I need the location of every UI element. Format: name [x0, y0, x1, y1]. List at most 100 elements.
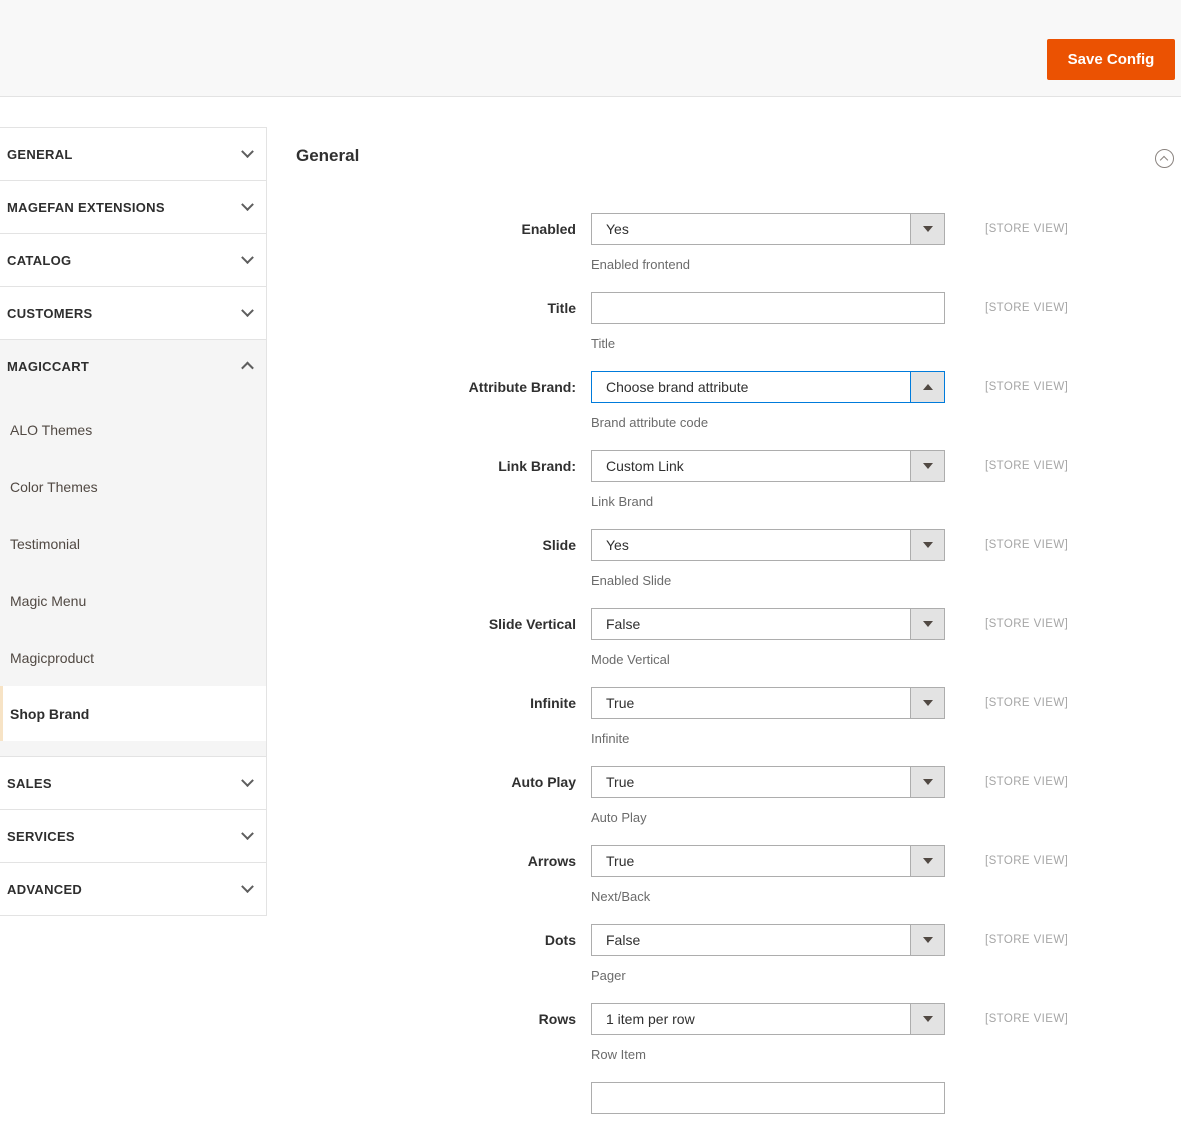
chevron-up-icon	[241, 361, 254, 375]
sidebar-item-alo-themes[interactable]: ALO Themes	[0, 401, 266, 458]
enabled-scope-label: [STORE VIEW]	[985, 223, 1069, 235]
rows-label: Rows	[538, 1011, 576, 1027]
rows-select-value: 1 item per row	[606, 1011, 695, 1027]
select-arrow-button[interactable]	[910, 372, 944, 402]
select-arrow-button[interactable]	[910, 846, 944, 876]
save-config-button[interactable]: Save Config	[1047, 39, 1175, 80]
select-arrow-button[interactable]	[910, 609, 944, 639]
triangle-up-icon	[922, 384, 933, 390]
rows-select[interactable]: 1 item per row	[591, 1003, 945, 1035]
form-row-rows: Rows 1 item per row Row Item [STORE VIEW]	[296, 1003, 1181, 1062]
enabled-select[interactable]: Yes	[591, 213, 945, 245]
sidebar-item-color-themes[interactable]: Color Themes	[0, 458, 266, 515]
auto-play-scope-label: [STORE VIEW]	[985, 776, 1069, 788]
sidebar-section-label: ADVANCED	[7, 881, 83, 897]
title-note: Title	[591, 336, 616, 351]
title-scope-label: [STORE VIEW]	[985, 302, 1069, 314]
slide-vertical-select-value: False	[606, 616, 641, 632]
sidebar-section-advanced[interactable]: ADVANCED	[0, 863, 266, 916]
triangle-down-icon	[922, 621, 933, 627]
link-brand-select[interactable]: Custom Link	[591, 450, 945, 482]
sidebar-item-testimonial[interactable]: Testimonial	[0, 515, 266, 572]
triangle-down-icon	[922, 779, 933, 785]
select-arrow-button[interactable]	[910, 1004, 944, 1034]
select-arrow-button[interactable]	[910, 688, 944, 718]
select-arrow-button[interactable]	[910, 767, 944, 797]
arrows-select-value: True	[606, 853, 635, 869]
sidebar-section-sales[interactable]: SALES	[0, 757, 266, 810]
slide-vertical-select[interactable]: False	[591, 608, 945, 640]
sidebar-section-services[interactable]: SERVICES	[0, 810, 266, 863]
form-row-enabled: Enabled Yes Enabled frontend [STORE VIEW]	[296, 213, 1181, 272]
link-brand-label: Link Brand:	[498, 458, 576, 474]
sidebar-section-catalog[interactable]: CATALOG	[0, 234, 266, 287]
dots-label: Dots	[544, 932, 576, 948]
slide-label: Slide	[542, 537, 576, 553]
chevron-down-icon	[241, 197, 254, 211]
link-brand-select-value: Custom Link	[606, 458, 684, 474]
sidebar-section-label: MAGICCART	[7, 359, 90, 374]
slide-select-value: Yes	[606, 537, 629, 553]
form-row-auto-play: Auto Play True Auto Play [STORE VIEW]	[296, 766, 1181, 825]
sidebar-section-label: GENERAL	[7, 146, 73, 162]
dots-select[interactable]: False	[591, 924, 945, 956]
slide-note: Enabled Slide	[591, 573, 672, 588]
select-arrow-button[interactable]	[910, 451, 944, 481]
sidebar-item-magic-menu[interactable]: Magic Menu	[0, 572, 266, 629]
sidebar-section-label: CUSTOMERS	[7, 305, 93, 321]
slide-vertical-label: Slide Vertical	[488, 616, 576, 632]
form-row-slide-vertical: Slide Vertical False Mode Vertical [STORE V…	[296, 608, 1181, 667]
partial-bottom-field-col	[591, 1082, 945, 1114]
rows-scope-label: [STORE VIEW]	[985, 1013, 1069, 1025]
attribute-brand-field-col: Choose brand attribute Brand attribute co…	[591, 371, 945, 430]
sidebar-item-shop-brand[interactable]: Shop Brand	[0, 686, 266, 741]
triangle-down-icon	[922, 937, 933, 943]
select-arrow-button[interactable]	[910, 214, 944, 244]
infinite-note: Infinite	[591, 731, 630, 746]
auto-play-select[interactable]: True	[591, 766, 945, 798]
triangle-down-icon	[922, 858, 933, 864]
arrows-select[interactable]: True	[591, 845, 945, 877]
triangle-down-icon	[922, 542, 933, 548]
dots-scope-label: [STORE VIEW]	[985, 934, 1069, 946]
slide-vertical-field-col: False Mode Vertical	[591, 608, 945, 667]
sidebar-section-label: MAGEFAN EXTENSIONS	[7, 199, 165, 215]
section-header: General	[296, 140, 1181, 168]
select-arrow-button[interactable]	[910, 530, 944, 560]
auto-play-select-value: True	[606, 774, 635, 790]
sidebar-section-customers[interactable]: CUSTOMERS	[0, 287, 266, 340]
config-form: Enabled Yes Enabled frontend [STORE VIEW] Ti…	[296, 213, 1181, 1114]
form-row-attribute-brand: Attribute Brand: Choose brand attribute Br…	[296, 371, 1181, 430]
slide-scope-label: [STORE VIEW]	[985, 539, 1069, 551]
enabled-select-value: Yes	[606, 221, 629, 237]
sidebar-item-magicproduct[interactable]: Magicproduct	[0, 629, 266, 686]
page-header: Save Config	[0, 0, 1181, 97]
chevron-down-icon	[241, 144, 254, 158]
select-arrow-button[interactable]	[910, 925, 944, 955]
sidebar-section-magiccart[interactable]: MAGICCART	[0, 340, 266, 393]
form-row-link-brand: Link Brand: Custom Link Link Brand [STORE V…	[296, 450, 1181, 509]
infinite-select[interactable]: True	[591, 687, 945, 719]
infinite-select-value: True	[606, 695, 635, 711]
sidebar-section-general[interactable]: GENERAL	[0, 128, 266, 181]
link-brand-note: Link Brand	[591, 494, 654, 509]
rows-field-col: 1 item per row Row Item	[591, 1003, 945, 1062]
arrows-field-col: True Next/Back	[591, 845, 945, 904]
form-row-infinite: Infinite True Infinite [STORE VIEW]	[296, 687, 1181, 746]
chevron-up-icon	[1159, 155, 1169, 165]
slide-field-col: Yes Enabled Slide	[591, 529, 945, 588]
config-main-panel: General Enabled Yes Enabled frontend [STORE…	[296, 140, 1181, 1134]
sidebar-item-label: Magic Menu	[10, 592, 87, 609]
link-brand-scope-label: [STORE VIEW]	[985, 460, 1069, 472]
attribute-brand-select[interactable]: Choose brand attribute	[591, 371, 945, 403]
form-row-slide: Slide Yes Enabled Slide [STORE VIEW]	[296, 529, 1181, 588]
sidebar-item-label: Testimonial	[10, 535, 81, 552]
collapse-section-icon[interactable]	[1155, 149, 1174, 168]
dots-field-col: False Pager	[591, 924, 945, 983]
title-input[interactable]	[591, 292, 945, 324]
arrows-note: Next/Back	[591, 889, 651, 904]
slide-select[interactable]: Yes	[591, 529, 945, 561]
sidebar-section-magefan-extensions[interactable]: MAGEFAN EXTENSIONS	[0, 181, 266, 234]
enabled-note: Enabled frontend	[591, 257, 691, 272]
attribute-brand-label: Attribute Brand:	[468, 379, 576, 395]
